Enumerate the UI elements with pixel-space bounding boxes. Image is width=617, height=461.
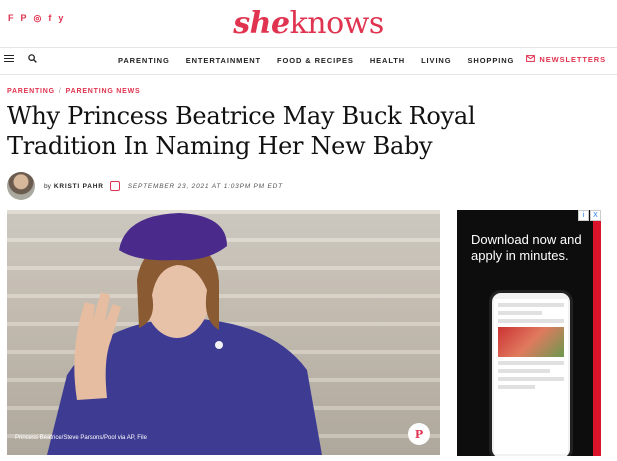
nav-item-food-recipes[interactable]: FOOD & RECIPES — [277, 56, 354, 65]
logo-she: she — [233, 6, 290, 41]
logo-knows: knows — [289, 6, 385, 41]
ad-accent — [593, 210, 601, 456]
newsletters-label: NEWSLETTERS — [539, 55, 606, 64]
byline-prefix: by — [44, 182, 51, 190]
ad-phone-screen — [494, 299, 568, 454]
nav-item-living[interactable]: LIVING — [421, 56, 451, 65]
byline: by KRISTI PAHR SEPTEMBER 23, 2021 AT 1:0… — [7, 172, 283, 200]
pinterest-save-button[interactable]: P — [408, 423, 430, 445]
hero-image: Princess Beatrice/Steve Parsons/Pool via… — [7, 210, 440, 455]
nav-item-parenting[interactable]: PARENTING — [118, 56, 170, 65]
hamburger-menu-icon[interactable] — [4, 54, 14, 63]
nav-item-entertainment[interactable]: ENTERTAINMENT — [186, 56, 261, 65]
article-headline: Why Princess Beatrice May Buck Royal Tra… — [7, 102, 476, 160]
ad-phone-image — [489, 290, 573, 456]
ad-info-icon[interactable]: i — [578, 210, 589, 221]
advertisement[interactable]: i X Download now and apply in minutes. — [457, 210, 601, 456]
ad-close-icon[interactable]: X — [590, 210, 601, 221]
envelope-icon — [526, 55, 536, 64]
ad-headline: Download now and apply in minutes. — [471, 232, 582, 263]
image-caption: Princess Beatrice/Steve Parsons/Pool via… — [15, 435, 147, 441]
breadcrumb-separator: / — [58, 88, 62, 95]
hero-image-subject — [47, 213, 322, 455]
publish-date: SEPTEMBER 23, 2021 AT 1:03PM PM EDT — [127, 182, 283, 190]
breadcrumb-parenting[interactable]: PARENTING — [7, 88, 55, 95]
ad-controls: i X — [578, 210, 601, 221]
author-name[interactable]: KRISTI PAHR — [54, 183, 104, 190]
author-badge-icon — [109, 181, 120, 191]
breadcrumb-parenting-news[interactable]: PARENTING NEWS — [66, 88, 141, 95]
search-icon[interactable] — [28, 54, 37, 63]
author-avatar[interactable] — [7, 172, 35, 200]
main-nav: PARENTING ENTERTAINMENT FOOD & RECIPES H… — [0, 47, 617, 75]
site-logo[interactable]: sheknows — [0, 6, 617, 41]
nav-item-shopping[interactable]: SHOPPING — [467, 56, 514, 65]
breadcrumb: PARENTING / PARENTING NEWS — [7, 88, 141, 95]
newsletters-link[interactable]: NEWSLETTERS — [526, 55, 606, 64]
nav-item-health[interactable]: HEALTH — [370, 56, 405, 65]
